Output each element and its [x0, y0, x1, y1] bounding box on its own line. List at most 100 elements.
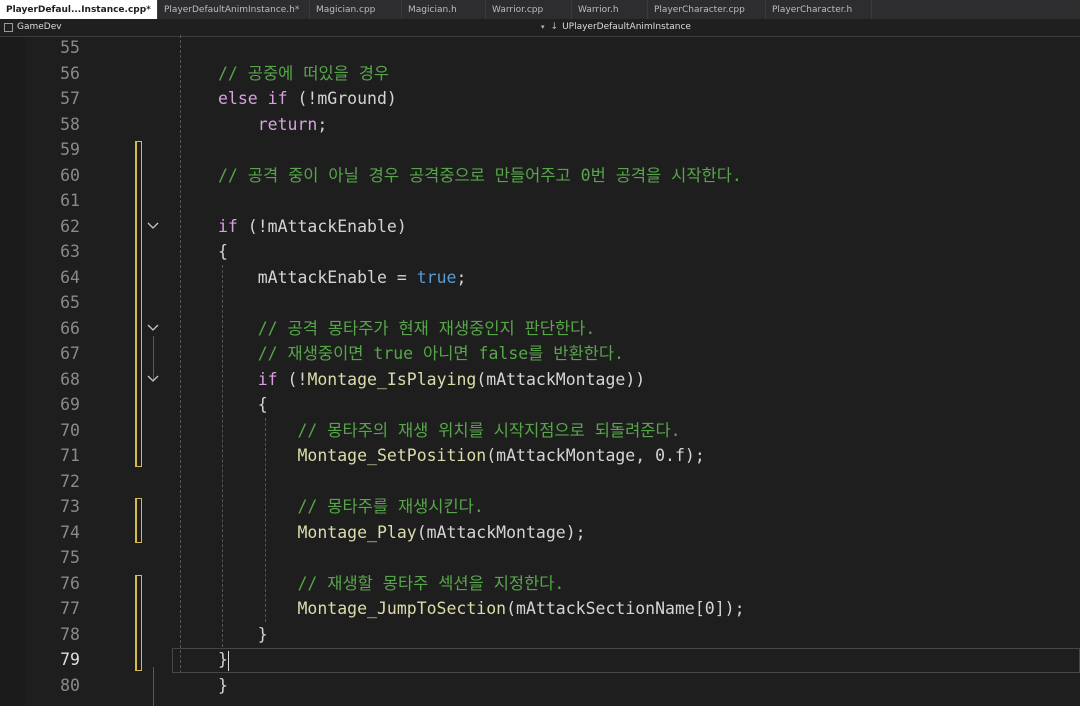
line-code: // 몽타주의 재생 위치를 시작지점으로 되돌려준다. [218, 418, 680, 444]
line-number: 64 [60, 267, 80, 287]
line-code: Montage_SetPosition(mAttackMontage, 0.f)… [218, 443, 705, 469]
tab-6[interactable]: Warrior.h [572, 0, 648, 19]
code-line: 73 // 몽타주를 재생시킨다. [0, 494, 1080, 520]
line-number: 73 [60, 497, 80, 516]
code-line: 59 [0, 137, 1080, 163]
code-line: 61 [0, 188, 1080, 214]
line-code: // 공격 몽타주가 현재 재생중인지 판단한다. [218, 316, 596, 342]
line-code: if (!Montage_IsPlaying(mAttackMontage)) [218, 367, 645, 393]
line-code: { [218, 392, 268, 418]
line-code: // 공격 중이 아닐 경우 공격중으로 만들어주고 0번 공격을 시작한다. [218, 163, 742, 189]
code-line: 80} [0, 673, 1080, 699]
code-token: } [218, 650, 228, 669]
code-token: ; [456, 267, 467, 287]
tab-1[interactable]: PlayerDefaul...Instance.cpp*⊕× [0, 0, 158, 19]
code-token: // 공격 몽타주가 현재 재생중인지 판단한다. [257, 318, 596, 338]
code-line: 66 // 공격 몽타주가 현재 재생중인지 판단한다. [0, 316, 1080, 342]
code-token: if [257, 369, 278, 389]
code-token: (! [277, 369, 308, 389]
code-line: 57 else if (!mGround) [0, 86, 1080, 112]
code-line: 62 if (!mAttackEnable) [0, 214, 1080, 240]
code-token: Montage_SetPosition [297, 446, 487, 465]
line-number: 62 [60, 216, 80, 236]
line-number: 69 [60, 395, 80, 414]
line-code: else if (!mGround) [218, 86, 397, 112]
tab-label: Magician.h [408, 4, 457, 15]
line-number: 74 [60, 522, 80, 542]
line-number: 61 [60, 191, 80, 210]
code-token: Montage_Play [297, 522, 417, 542]
line-number: 60 [60, 165, 80, 185]
tab-label: Warrior.h [578, 4, 619, 15]
line-number: 58 [60, 114, 80, 134]
line-number: 70 [60, 420, 80, 440]
line-number: 57 [60, 89, 80, 108]
code-token: } [257, 624, 268, 644]
line-code: mAttackEnable = true; [218, 265, 467, 291]
line-number: 67 [60, 344, 80, 363]
code-token: true [416, 267, 457, 287]
code-token: return [257, 114, 318, 134]
code-token: (!mAttackEnable) [237, 216, 407, 236]
code-token: { [257, 395, 268, 414]
line-number: 78 [60, 624, 80, 644]
line-number: 68 [60, 369, 80, 389]
line-code: } [218, 647, 229, 673]
tab-label: PlayerDefaul...Instance.cpp* [6, 4, 151, 15]
code-token: mAttackEnable = [257, 267, 417, 287]
code-token: (mAttackMontage)) [476, 369, 646, 389]
document-tab-bar: PlayerDefaul...Instance.cpp*⊕×PlayerDefa… [0, 0, 1080, 19]
code-token: Montage_IsPlaying [307, 369, 477, 389]
tab-2[interactable]: PlayerDefaultAnimInstance.h* [158, 0, 310, 19]
code-line: 58 return; [0, 112, 1080, 138]
code-token: (mAttackMontage); [416, 522, 586, 542]
line-number: 76 [60, 573, 80, 593]
code-line: 60 // 공격 중이 아닐 경우 공격중으로 만들어주고 0번 공격을 시작한다… [0, 163, 1080, 189]
tab-3[interactable]: Magician.cpp [310, 0, 402, 19]
tab-label: PlayerDefaultAnimInstance.h* [164, 4, 300, 15]
code-token: (mAttackMontage, 0.f); [486, 446, 705, 465]
code-line: 55 [0, 35, 1080, 61]
tab-4[interactable]: Magician.h [402, 0, 486, 19]
dropdown-icon[interactable]: ▾ [541, 23, 545, 31]
text-caret [227, 650, 229, 671]
code-editor[interactable]: 55 56 // 공중에 떠있을 경우 57 else if (!mGround) 58 … [0, 35, 1080, 706]
code-token: (mAttackSectionName[0]); [506, 599, 745, 618]
line-number: 63 [60, 242, 80, 261]
tab-5[interactable]: Warrior.cpp [486, 0, 572, 19]
line-code: // 공중에 떠있을 경우 [218, 61, 389, 87]
tab-label: Warrior.cpp [492, 4, 544, 15]
line-code: // 몽타주를 재생시킨다. [218, 494, 483, 520]
line-code: Montage_Play(mAttackMontage); [218, 520, 586, 546]
tab-8[interactable]: PlayerCharacter.h [766, 0, 872, 19]
code-token: // 공격 중이 아닐 경우 공격중으로 만들어주고 0번 공격을 시작한다. [218, 165, 742, 185]
code-line: 71 Montage_SetPosition(mAttackMontage, 0… [0, 443, 1080, 469]
code-line: 65 [0, 290, 1080, 316]
code-line: 75 [0, 545, 1080, 571]
code-line: 64 mAttackEnable = true; [0, 265, 1080, 291]
line-number: 56 [60, 63, 80, 83]
project-icon [4, 22, 13, 32]
line-number: 79 [60, 650, 80, 669]
code-token: } [218, 675, 228, 695]
code-line: 63 { [0, 239, 1080, 265]
scope-selector[interactable]: ▾ ↓ UPlayerDefaultAnimInstance [541, 22, 691, 32]
line-code: } [218, 622, 268, 648]
code-token: // 공중에 떠있을 경우 [218, 63, 390, 83]
code-token: else if [218, 89, 288, 108]
code-line: 56 // 공중에 떠있을 경우 [0, 61, 1080, 87]
tab-label: PlayerCharacter.h [772, 4, 853, 15]
code-line: 74 Montage_Play(mAttackMontage); [0, 520, 1080, 546]
line-code: return; [218, 112, 328, 138]
code-token: Montage_JumpToSection [297, 599, 507, 618]
code-line: 70 // 몽타주의 재생 위치를 시작지점으로 되돌려준다. [0, 418, 1080, 444]
line-code: // 재생할 몽타주 섹션을 지정한다. [218, 571, 564, 597]
line-number: 75 [60, 548, 80, 567]
tab-7[interactable]: PlayerCharacter.cpp [648, 0, 766, 19]
line-number: 65 [60, 293, 80, 312]
line-number: 71 [60, 446, 80, 465]
tab-label: Magician.cpp [316, 4, 376, 15]
project-selector[interactable]: GameDev [4, 22, 62, 32]
line-code: { [218, 239, 228, 265]
line-code: Montage_JumpToSection(mAttackSectionName… [218, 596, 745, 622]
